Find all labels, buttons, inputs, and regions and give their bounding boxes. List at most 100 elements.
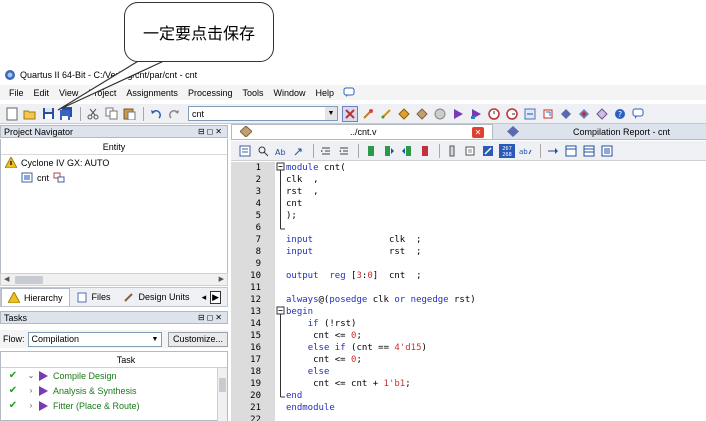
insert-template-icon[interactable] — [237, 143, 253, 159]
scroll-left-icon[interactable]: ◀ — [4, 275, 9, 283]
code-text: input clk ; — [286, 235, 422, 245]
uncomment-icon[interactable] — [462, 143, 478, 159]
code-editor[interactable]: 1 module cnt( 2 clk , 3 rst , 4 cnt 5); 6 7 i… — [231, 162, 706, 421]
tab-more-icon[interactable]: ◂ — [202, 292, 207, 303]
line-number: 8 — [255, 247, 261, 257]
tab-files[interactable]: Files — [70, 288, 117, 306]
tab-design-units[interactable]: Design Units — [117, 288, 196, 306]
code-lines: 1 module cnt( 2 clk , 3 rst , 4 cnt 5); 6 7 i… — [231, 162, 706, 421]
code-text: end — [286, 391, 303, 401]
tab-hierarchy-label: Hierarchy — [24, 292, 63, 303]
restore-icon[interactable]: ◻ — [207, 313, 216, 322]
pin-icon[interactable]: ⊟ — [198, 313, 207, 322]
line-number: 2 — [255, 175, 261, 185]
callout-pointer — [57, 58, 167, 111]
tab-files-label: Files — [91, 292, 111, 302]
increase-indent-icon[interactable] — [318, 143, 334, 159]
code-text: cnt <= 0; — [286, 355, 362, 365]
line-numbers-icon[interactable]: 267 268 — [498, 143, 516, 159]
comment-icon[interactable] — [444, 143, 460, 159]
next-bookmark-icon[interactable] — [381, 143, 397, 159]
design-units-icon — [123, 292, 133, 302]
code-line: 20 end — [231, 390, 706, 402]
tab-hierarchy[interactable]: Hierarchy — [1, 288, 70, 306]
code-text: cnt <= cnt + 1'b1; — [286, 379, 411, 389]
scroll-right-icon[interactable]: ▶ — [219, 275, 224, 283]
line-number: 20 — [250, 391, 261, 401]
tab-design-units-label: Design Units — [138, 292, 190, 302]
chevron-down-icon[interactable]: ▼ — [149, 336, 161, 343]
svg-text:ab: ab — [519, 148, 528, 156]
code-line: 8 input rst ; — [231, 246, 706, 258]
files-icon — [77, 292, 87, 302]
tasks-table: Task ✔ ⌄ Compile Design ✔ › Analysis & S… — [0, 351, 228, 421]
code-text: clk , — [286, 175, 319, 185]
code-line: 5); — [231, 210, 706, 222]
prev-bookmark-icon[interactable] — [399, 143, 415, 159]
edit-icon[interactable] — [480, 143, 496, 159]
task-row[interactable]: ✔ › Fitter (Place & Route) — [1, 398, 227, 413]
toolbar-separator — [439, 143, 440, 158]
close-icon[interactable]: ✕ — [215, 313, 224, 322]
code-text: input rst ; — [286, 247, 422, 257]
warning-icon — [5, 157, 17, 168]
code-line: 21 endmodule — [231, 402, 706, 414]
properties-icon[interactable] — [599, 143, 615, 159]
editor-toolbar: Ab 267 268 ab — [231, 141, 706, 161]
tab-scroll-right-icon[interactable]: ▶ — [210, 290, 222, 304]
project-navigator-panel: Entity Cyclone IV GX: AUTO cnt — [0, 139, 228, 273]
flow-select-value: Compilation — [31, 334, 80, 344]
toggle-column-icon[interactable] — [545, 143, 561, 159]
code-text: output reg [3:0] cnt ; — [286, 271, 422, 281]
code-line: 15 cnt <= 0; — [231, 330, 706, 342]
code-text: else if (cnt == 4'd15) — [307, 343, 427, 353]
code-line: 10 output reg [3:0] cnt ; — [231, 270, 706, 282]
code-text: module cnt( — [286, 163, 346, 173]
scroll-thumb[interactable] — [219, 378, 226, 392]
find-icon[interactable] — [255, 143, 271, 159]
scroll-thumb[interactable] — [15, 276, 43, 284]
code-line: 16 else if (cnt == 4'd15) — [231, 342, 706, 354]
bookmark-icon[interactable] — [363, 143, 379, 159]
task-row[interactable]: ✔ › Analysis & Synthesis — [1, 383, 227, 398]
customize-button[interactable]: Customize... — [167, 331, 228, 347]
task-label: Analysis & Synthesis — [53, 385, 137, 396]
spell-check-icon[interactable]: ab — [518, 143, 534, 159]
decrease-indent-icon[interactable] — [336, 143, 352, 159]
save-hint-callout: 一定要点击保存 — [124, 2, 274, 62]
entity-column-header: Entity — [1, 139, 227, 155]
code-text: endmodule — [286, 403, 335, 413]
clear-bookmarks-icon[interactable] — [417, 143, 433, 159]
task-row[interactable]: ✔ ⌄ Compile Design — [1, 368, 227, 383]
toolbar-separator — [540, 143, 541, 158]
code-line: 12 always@(posedge clk or negedge rst) — [231, 294, 706, 306]
expand-icon[interactable]: ⌄ — [25, 371, 37, 380]
find-replace-icon[interactable]: Ab — [273, 143, 289, 159]
svg-text:268: 268 — [502, 152, 512, 158]
line-number: 5 — [255, 211, 261, 221]
line-number: 10 — [250, 271, 261, 281]
expand-icon[interactable]: › — [25, 401, 37, 410]
svg-text:Ab: Ab — [275, 148, 286, 157]
split-view-icon[interactable] — [581, 143, 597, 159]
line-number: 21 — [250, 403, 261, 413]
device-row[interactable]: Cyclone IV GX: AUTO — [1, 155, 227, 170]
flow-select[interactable]: Compilation ▼ — [27, 331, 162, 347]
line-number: 3 — [255, 187, 261, 197]
code-line: 22 — [231, 414, 706, 421]
navigator-horizontal-scrollbar[interactable]: ◀ ▶ — [0, 273, 228, 286]
code-line: 6 — [231, 222, 706, 234]
checkmark-icon: ✔ — [8, 370, 18, 381]
play-icon — [39, 385, 48, 396]
view-layout-icon[interactable] — [563, 143, 579, 159]
code-text: cnt — [286, 199, 303, 209]
go-to-line-icon[interactable] — [291, 143, 307, 159]
task-label: Compile Design — [53, 370, 117, 381]
expand-icon[interactable]: › — [25, 386, 37, 395]
task-label: Fitter (Place & Route) — [53, 400, 140, 411]
flow-row: Flow: Compilation ▼ Customize... — [0, 330, 228, 348]
checkmark-icon: ✔ — [8, 400, 18, 411]
top-entity-row[interactable]: cnt — [1, 170, 227, 185]
code-line: 4 cnt — [231, 198, 706, 210]
tasks-vertical-scrollbar[interactable] — [217, 368, 227, 421]
